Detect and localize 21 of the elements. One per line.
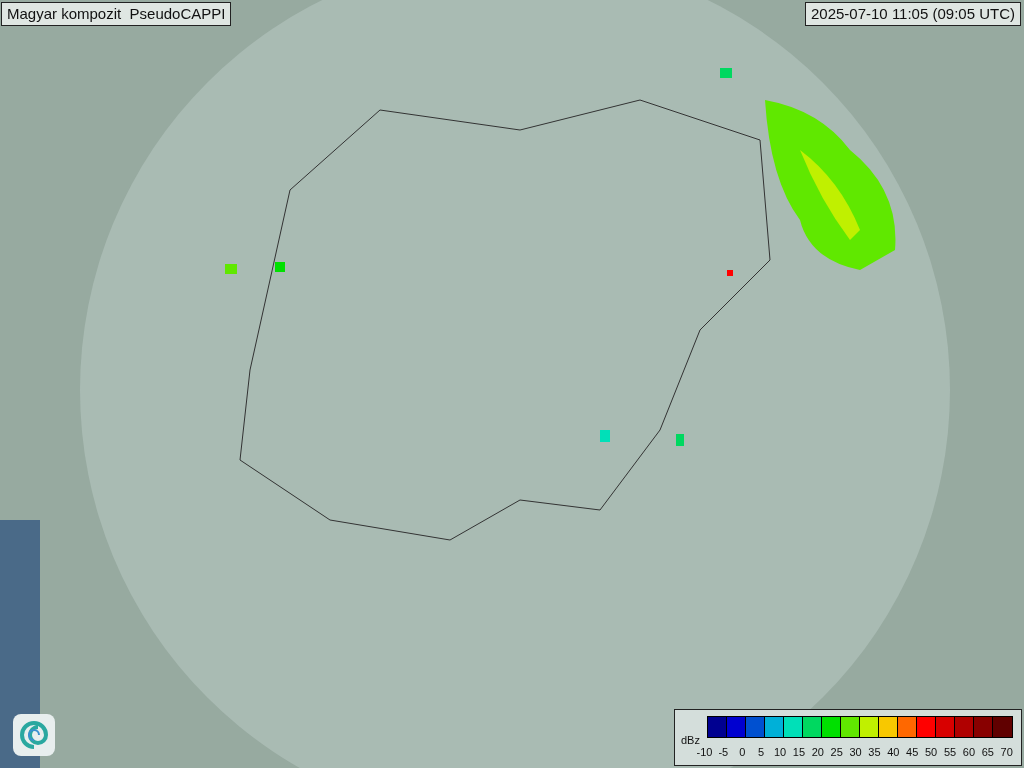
scale-label: 50	[924, 745, 939, 760]
scale-label: 60	[961, 745, 977, 760]
scale-label: -5	[717, 745, 730, 760]
timestamp: 2025-07-10 11:05 (09:05 UTC)	[805, 2, 1021, 26]
scale-label: 65	[980, 745, 995, 760]
scale-label: 15	[791, 745, 806, 760]
scale-label: 30	[848, 745, 863, 760]
unit-label: dBz	[681, 733, 700, 748]
scale-label: 0	[738, 745, 747, 760]
scale-label: 45	[905, 745, 920, 760]
scale-label: 20	[810, 745, 825, 760]
scale-label: 35	[867, 745, 882, 760]
product-title: Magyar kompozit PseudoCAPPI	[1, 2, 232, 26]
scale-label: 55	[942, 745, 958, 760]
swirl-logo-icon	[13, 714, 55, 756]
scale-label: 70	[999, 745, 1014, 760]
scale-label: 25	[829, 745, 844, 760]
scale-label: 10	[772, 745, 788, 760]
scale-label: -10	[695, 745, 714, 760]
scale-label: 5	[757, 745, 766, 760]
scale-label: 40	[886, 745, 901, 760]
